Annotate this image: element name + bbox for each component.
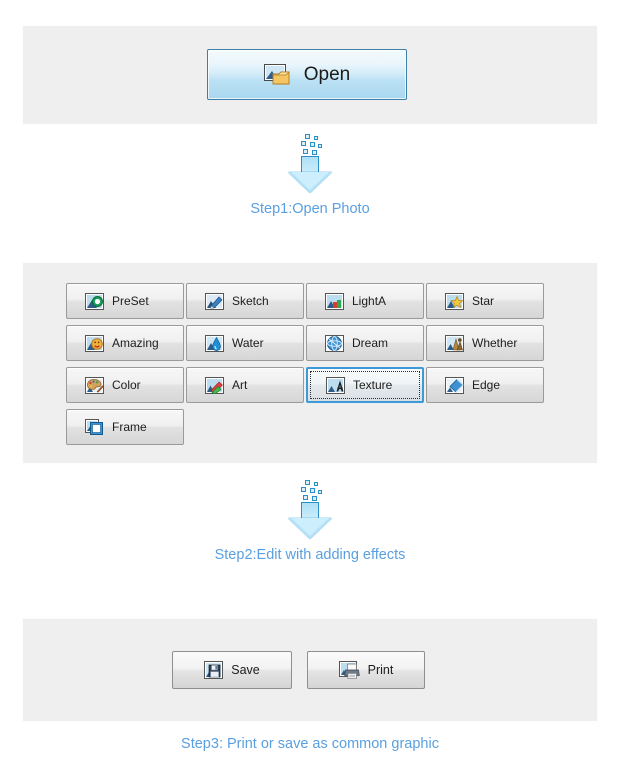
step2-label: Step2:Edit with adding effects xyxy=(214,547,406,563)
step1-arrow-group: Step1:Open Photo xyxy=(0,134,620,217)
color-palette-icon xyxy=(85,376,104,394)
effect-button-edge[interactable]: Edge xyxy=(426,367,544,403)
effect-label: Texture xyxy=(353,378,393,392)
printer-icon xyxy=(338,661,360,679)
effect-button-art[interactable]: Art xyxy=(186,367,304,403)
smiley-face-icon xyxy=(85,334,104,352)
effect-label: PreSet xyxy=(112,294,149,308)
effect-label: Amazing xyxy=(112,336,159,350)
effect-label: Edge xyxy=(472,378,501,392)
open-folder-image-icon xyxy=(263,63,290,86)
step3-label-group: Step3: Print or save as common graphic xyxy=(0,736,620,752)
step2-arrow-group: Step2:Edit with adding effects xyxy=(0,480,620,563)
effect-button-lighta[interactable]: LightA xyxy=(306,283,424,319)
dissolving-down-arrow-icon xyxy=(288,134,332,193)
effect-label: LightA xyxy=(352,294,387,308)
step3-label: Step3: Print or save as common graphic xyxy=(181,736,439,752)
effect-label: Art xyxy=(232,378,248,392)
effect-label: Color xyxy=(112,378,141,392)
effect-button-dream[interactable]: Dream xyxy=(306,325,424,361)
effect-button-texture[interactable]: Texture xyxy=(306,367,424,403)
effect-label: Dream xyxy=(352,336,389,350)
water-drop-icon xyxy=(205,334,224,352)
preset-photo-icon xyxy=(85,292,104,310)
edge-diamond-icon xyxy=(445,376,464,394)
art-brush-icon xyxy=(205,376,224,394)
save-button[interactable]: Save xyxy=(172,651,292,689)
open-button[interactable]: Open xyxy=(207,49,407,100)
effect-button-sketch[interactable]: Sketch xyxy=(186,283,304,319)
weather-icon xyxy=(445,334,464,352)
effect-button-amazing[interactable]: Amazing xyxy=(66,325,184,361)
dream-swirl-icon xyxy=(325,334,344,352)
effect-button-color[interactable]: Color xyxy=(66,367,184,403)
effect-label: Frame xyxy=(112,420,147,434)
effect-button-water[interactable]: Water xyxy=(186,325,304,361)
star-icon xyxy=(445,292,464,310)
texture-letter-a-icon xyxy=(326,376,345,394)
dissolving-down-arrow-icon xyxy=(288,480,332,539)
open-button-label: Open xyxy=(303,63,351,85)
floppy-disk-icon xyxy=(204,661,224,679)
step1-label: Step1:Open Photo xyxy=(250,201,370,217)
save-button-label: Save xyxy=(231,663,260,677)
effects-grid: PreSet Sketch LightA Star Amazing Water … xyxy=(66,283,554,445)
effect-button-preset[interactable]: PreSet xyxy=(66,283,184,319)
effect-label: Star xyxy=(472,294,495,308)
effect-label: Whether xyxy=(472,336,518,350)
sketch-pencil-icon xyxy=(205,292,224,310)
light-bars-icon xyxy=(325,292,344,310)
effect-button-whether[interactable]: Whether xyxy=(426,325,544,361)
effect-button-star[interactable]: Star xyxy=(426,283,544,319)
effect-label: Sketch xyxy=(232,294,269,308)
workflow-page: Open Step1:Open Photo PreSet Sketch Ligh… xyxy=(0,0,620,770)
frame-icon xyxy=(85,418,104,436)
print-button[interactable]: Print xyxy=(307,651,425,689)
effect-button-frame[interactable]: Frame xyxy=(66,409,184,445)
effect-label: Water xyxy=(232,336,264,350)
print-button-label: Print xyxy=(367,663,394,677)
